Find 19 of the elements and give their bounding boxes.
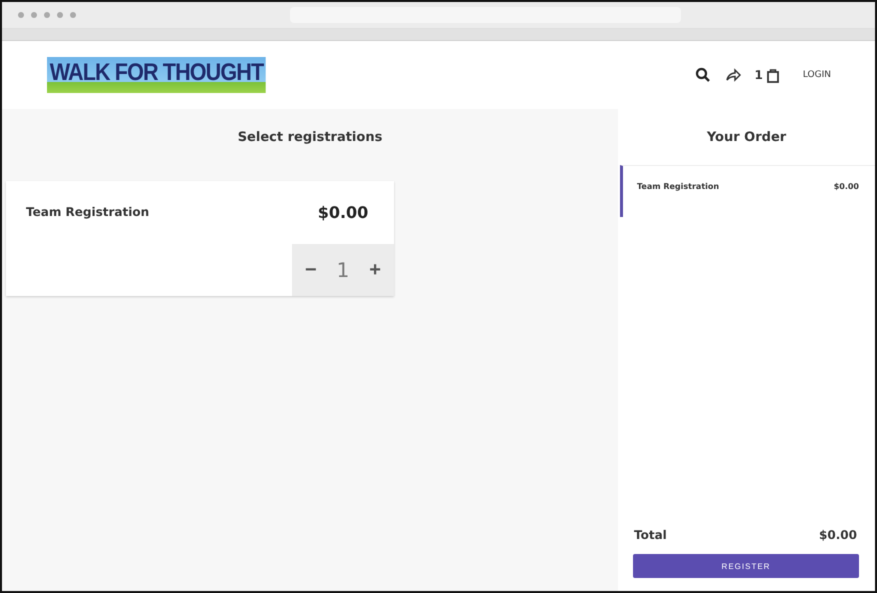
bag-icon[interactable] (764, 67, 781, 83)
order-title: Your Order (706, 130, 788, 145)
logo[interactable]: WALK FOR THOUGHT (47, 57, 266, 93)
registration-price: $0.00 (292, 181, 394, 244)
section-title: Select registrations (238, 130, 382, 145)
cart-count: 1 (754, 68, 763, 82)
register-button[interactable]: REGISTER (633, 554, 859, 578)
order-item[interactable]: Team Registration $0.00 (620, 165, 875, 217)
order-item-price: $0.00 (834, 182, 859, 191)
login-link[interactable]: LOGIN (802, 70, 831, 80)
order-item-name: Team Registration (637, 182, 720, 191)
search-icon[interactable] (694, 67, 710, 83)
total-amount: $0.00 (819, 528, 857, 542)
registration-name: Team Registration (26, 205, 150, 219)
total-label: Total (634, 528, 667, 542)
increase-button[interactable]: + (363, 258, 387, 282)
share-icon[interactable] (724, 67, 740, 83)
decrease-button[interactable]: − (298, 258, 323, 282)
quantity-value: 1 (336, 258, 350, 282)
